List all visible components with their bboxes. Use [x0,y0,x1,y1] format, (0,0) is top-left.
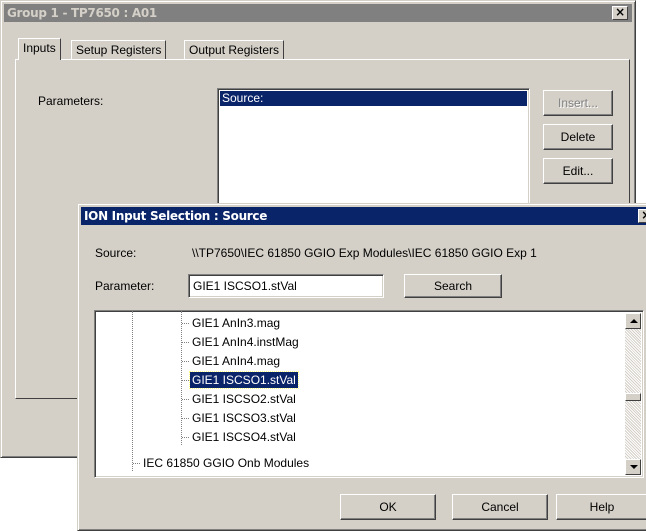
delete-button[interactable]: Delete [543,124,613,150]
ok-button[interactable]: OK [340,494,436,520]
tree-line [133,463,140,464]
tree-item[interactable]: GIE1 ISCSO4.stVal [190,429,298,445]
group-window-title: Group 1 - TP7650 : A01 [7,6,157,20]
tree-item[interactable]: GIE1 ISCSO3.stVal [190,410,298,426]
tree-line [182,418,189,419]
tab-setup-registers[interactable]: Setup Registers [71,40,167,60]
tree-item-parent[interactable]: IEC 61850 GGIO Onb Modules [141,455,311,471]
search-button[interactable]: Search [404,274,502,298]
scroll-thumb[interactable] [625,393,641,401]
parameters-list[interactable]: Source: [217,88,530,213]
tab-output-registers[interactable]: Output Registers [184,40,285,60]
dialog-title: ION Input Selection : Source [84,209,268,223]
tree-line [182,342,189,343]
parameter-input[interactable]: GIE1 ISCSO1.stVal [188,274,384,298]
tree-line [182,399,189,400]
group-window-titlebar[interactable]: Group 1 - TP7650 : A01 × [4,4,632,22]
tab-inputs[interactable]: Inputs [18,38,61,60]
insert-button[interactable]: Insert... [543,90,613,116]
tree-line [182,380,189,381]
tab-setup-registers-label: Setup Registers [76,43,162,57]
tree-line [182,323,189,324]
close-icon[interactable]: × [638,209,646,223]
parameters-label: Parameters: [38,94,104,108]
scroll-up-button[interactable] [625,313,641,329]
cancel-button[interactable]: Cancel [452,494,548,520]
edit-button[interactable]: Edit... [543,158,613,184]
tab-output-registers-label: Output Registers [189,43,280,57]
tree-line [182,361,189,362]
parameter-tree[interactable]: GIE1 AnIn3.mag GIE1 AnIn4.instMag GIE1 A… [94,310,644,478]
tree-line [132,311,133,471]
parameter-label: Parameter: [95,279,155,293]
vertical-scrollbar[interactable] [625,313,641,475]
tree-item[interactable]: GIE1 AnIn4.instMag [190,334,301,350]
scroll-down-button[interactable] [625,459,641,475]
tree-item[interactable]: GIE1 AnIn4.mag [190,353,282,369]
help-button[interactable]: Help [556,494,646,520]
dialog-titlebar[interactable]: ION Input Selection : Source × [81,207,646,225]
tree-line [181,311,182,445]
parameter-input-value: GIE1 ISCSO1.stVal [193,279,297,293]
tree-item-selected[interactable]: GIE1 ISCSO1.stVal [189,371,299,389]
tree-item[interactable]: GIE1 ISCSO2.stVal [190,391,298,407]
ion-input-selection-dialog: ION Input Selection : Source × Source: \… [77,203,646,531]
list-item-source[interactable]: Source: [220,91,527,106]
arrow-down-icon [630,465,638,469]
arrow-up-icon [630,319,638,323]
source-label: Source: [95,246,137,260]
tree-line [182,437,189,438]
tree-item[interactable]: GIE1 AnIn3.mag [190,315,282,331]
close-icon[interactable]: × [612,6,628,20]
tab-inputs-label: Inputs [23,41,56,55]
source-path-value: \\TP7650\IEC 61850 GGIO Exp Modules\IEC … [192,246,537,260]
